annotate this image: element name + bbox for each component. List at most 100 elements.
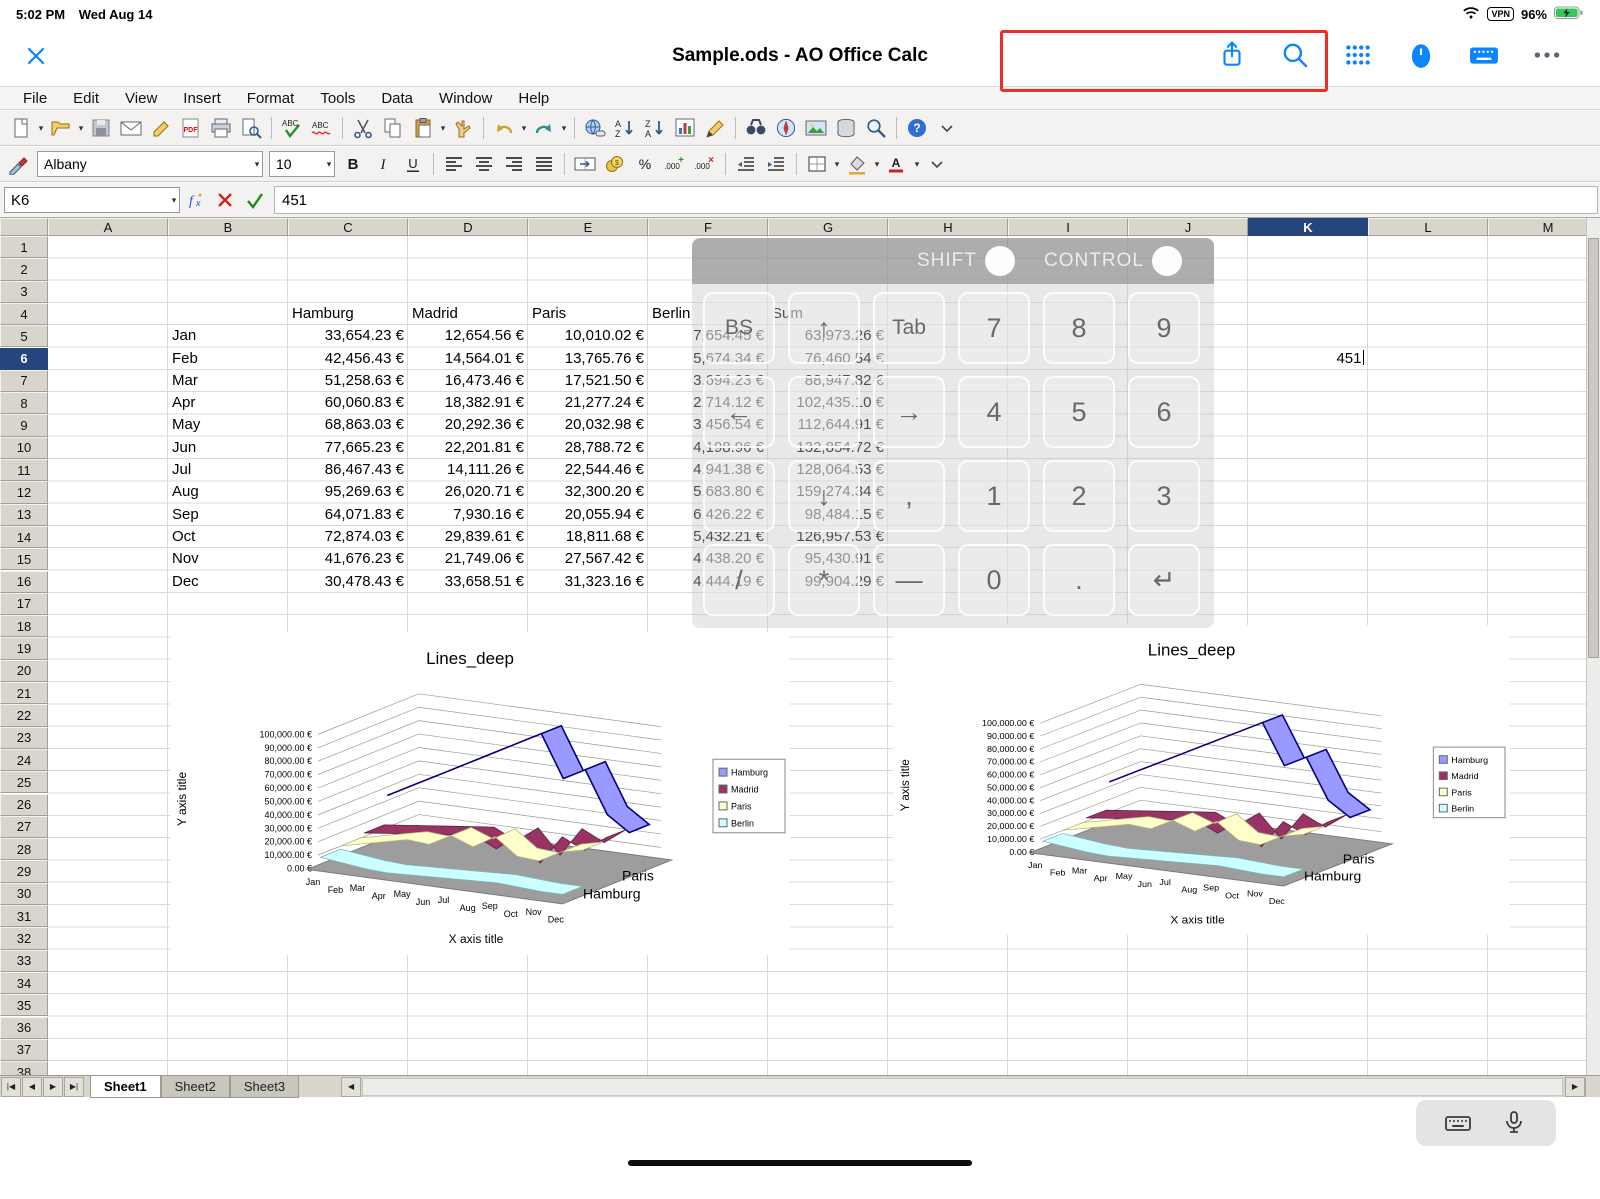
menu-edit[interactable]: Edit [60, 90, 112, 107]
dropdown-arrow-icon[interactable]: ▾ [912, 159, 922, 170]
enter-key[interactable]: ↵ [1128, 544, 1200, 616]
vertical-scrollbar[interactable] [1586, 218, 1600, 1075]
row-header-22[interactable]: 22 [0, 704, 48, 726]
print-button[interactable] [206, 114, 236, 142]
row-header-4[interactable]: 4 [0, 303, 48, 325]
menu-format[interactable]: Format [234, 90, 308, 107]
sheet-tab-sheet3[interactable]: Sheet3 [230, 1076, 299, 1098]
shift-toggle[interactable] [985, 246, 1015, 276]
cell-C7[interactable]: 51,258.63 € [288, 370, 408, 392]
cell-B12[interactable]: Aug [168, 481, 288, 503]
minus-key[interactable]: — [873, 544, 945, 616]
row-header-26[interactable]: 26 [0, 794, 48, 816]
cell-E13[interactable]: 20,055.94 € [528, 504, 648, 526]
cell-E6[interactable]: 13,765.76 € [528, 348, 648, 370]
column-header-I[interactable]: I [1008, 218, 1128, 236]
row-header-12[interactable]: 12 [0, 481, 48, 503]
background-color-button[interactable] [842, 150, 872, 178]
cancel-button[interactable] [210, 186, 240, 214]
numeric-keypad-icon[interactable] [1343, 40, 1373, 70]
cell-E5[interactable]: 10,010.02 € [528, 325, 648, 347]
auto-spellcheck-button[interactable]: ABC [307, 114, 337, 142]
row-header-19[interactable]: 19 [0, 637, 48, 659]
key-8[interactable]: 8 [1043, 292, 1115, 364]
sort-descending-button[interactable]: ZA [640, 114, 670, 142]
cell-D9[interactable]: 20,292.36 € [408, 414, 528, 436]
cell-E14[interactable]: 18,811.68 € [528, 526, 648, 548]
key-6[interactable]: 6 [1128, 376, 1200, 448]
cell-C5[interactable]: 33,654.23 € [288, 325, 408, 347]
row-header-15[interactable]: 15 [0, 548, 48, 570]
find-replace-button[interactable] [741, 114, 771, 142]
column-header-L[interactable]: L [1368, 218, 1488, 236]
cell-B7[interactable]: Mar [168, 370, 288, 392]
function-wizard-button[interactable]: fx [180, 186, 210, 214]
column-header-D[interactable]: D [408, 218, 528, 236]
row-header-24[interactable]: 24 [0, 749, 48, 771]
slash-key[interactable]: / [703, 544, 775, 616]
cell-C8[interactable]: 60,060.83 € [288, 392, 408, 414]
column-header-M[interactable]: M [1488, 218, 1600, 236]
align-right-button[interactable] [499, 150, 529, 178]
row-header-1[interactable]: 1 [0, 236, 48, 258]
dropdown-arrow-icon[interactable]: ▾ [76, 123, 86, 134]
bold-button[interactable]: B [338, 150, 368, 178]
chevron-down-icon[interactable]: ▾ [324, 159, 334, 170]
arrow-right-key[interactable]: → [873, 376, 945, 448]
sheet-nav-first-button[interactable]: |◀ [1, 1077, 21, 1097]
cut-button[interactable] [348, 114, 378, 142]
accept-button[interactable] [240, 186, 270, 214]
lines-deep-chart-1[interactable]: 0.00 €10,000.00 €20,000.00 €30,000.00 €4… [170, 632, 790, 955]
search-icon[interactable] [1280, 40, 1310, 70]
keyboard-icon[interactable] [1469, 40, 1499, 70]
gallery-button[interactable] [801, 114, 831, 142]
cell-C11[interactable]: 86,467.43 € [288, 459, 408, 481]
email-document-button[interactable] [116, 114, 146, 142]
row-header-13[interactable]: 13 [0, 504, 48, 526]
cell-E8[interactable]: 21,277.24 € [528, 392, 648, 414]
key-2[interactable]: 2 [1043, 460, 1115, 532]
font-name-select[interactable]: Albany ▾ [37, 151, 263, 177]
row-header-38[interactable]: 38 [0, 1061, 48, 1075]
help-button[interactable]: ? [902, 114, 932, 142]
cell-D14[interactable]: 29,839.61 € [408, 526, 528, 548]
row-header-5[interactable]: 5 [0, 325, 48, 347]
zoom-button[interactable] [861, 114, 891, 142]
editing-cell-K6[interactable]: 451 [1248, 348, 1368, 370]
cell-B5[interactable]: Jan [168, 325, 288, 347]
cell-C15[interactable]: 41,676.23 € [288, 548, 408, 570]
row-header-35[interactable]: 35 [0, 994, 48, 1016]
row-header-30[interactable]: 30 [0, 883, 48, 905]
cell-E11[interactable]: 22,544.46 € [528, 459, 648, 481]
italic-button[interactable]: I [368, 150, 398, 178]
sheet-nav-last-button[interactable]: ▶| [64, 1077, 84, 1097]
chevron-down-icon[interactable]: ▾ [169, 195, 179, 206]
key-4[interactable]: 4 [958, 376, 1030, 448]
row-header-16[interactable]: 16 [0, 571, 48, 593]
sheet-nav-next-button[interactable]: ▶ [43, 1077, 63, 1097]
arrow-up-key[interactable]: ↑ [788, 292, 860, 364]
hyperlink-button[interactable] [580, 114, 610, 142]
menu-view[interactable]: View [112, 90, 170, 107]
toolbar-overflow-button[interactable] [932, 114, 962, 142]
cell-D5[interactable]: 12,654.56 € [408, 325, 528, 347]
cell-D12[interactable]: 26,020.71 € [408, 481, 528, 503]
cell-C4[interactable]: Hamburg [288, 303, 408, 325]
key-9[interactable]: 9 [1128, 292, 1200, 364]
spellcheck-button[interactable]: ABC [277, 114, 307, 142]
row-header-3[interactable]: 3 [0, 281, 48, 303]
column-header-H[interactable]: H [888, 218, 1008, 236]
delete-decimal-button[interactable]: .000× [690, 150, 720, 178]
cell-E4[interactable]: Paris [528, 303, 648, 325]
select-all-corner[interactable] [0, 218, 48, 236]
column-header-K[interactable]: K [1248, 218, 1368, 236]
dropdown-arrow-icon[interactable]: ▾ [559, 123, 569, 134]
cell-C6[interactable]: 42,456.43 € [288, 348, 408, 370]
borders-button[interactable] [802, 150, 832, 178]
chevron-down-icon[interactable]: ▾ [252, 159, 262, 170]
sheet-tab-sheet1[interactable]: Sheet1 [90, 1076, 161, 1098]
cell-B16[interactable]: Dec [168, 571, 288, 593]
cell-B6[interactable]: Feb [168, 348, 288, 370]
cell-D16[interactable]: 33,658.51 € [408, 571, 528, 593]
row-header-6[interactable]: 6 [0, 348, 48, 370]
